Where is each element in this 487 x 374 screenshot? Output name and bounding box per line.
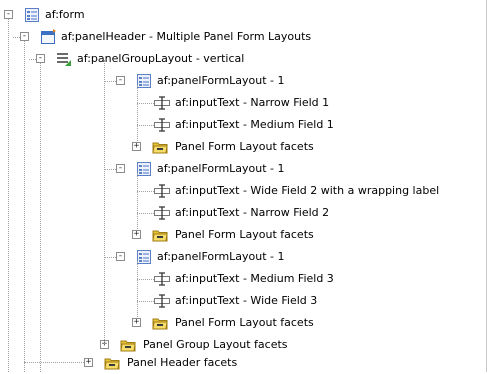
- tree-guide: [137, 125, 154, 126]
- tree-guide: [137, 173, 138, 229]
- input-text-icon: [154, 184, 170, 198]
- tree-node-panel-form-layout[interactable]: - af:panelFormLayout - 1: [0, 70, 487, 92]
- tree-guide: [104, 169, 116, 170]
- tree-node-label: af:panelHeader - Multiple Panel Form Lay…: [61, 30, 312, 43]
- collapse-toggle[interactable]: -: [116, 163, 125, 173]
- collapse-toggle[interactable]: -: [4, 9, 13, 19]
- tree-node-form[interactable]: - af:form: [0, 4, 487, 26]
- input-text-icon: [154, 272, 170, 286]
- tree-node-label: af:inputText - Wide Field 3: [175, 294, 318, 307]
- tree-node-input-text[interactable]: af:inputText - Medium Field 3: [0, 268, 487, 290]
- tree-node-label: af:inputText - Narrow Field 2: [175, 206, 330, 219]
- tree-guide: [13, 37, 20, 38]
- panel-form-layout-icon: [137, 250, 151, 264]
- tree-node-label: af:panelFormLayout - 1: [157, 162, 285, 175]
- tree-node-label: Panel Form Layout facets: [175, 228, 314, 241]
- tree-guide: [104, 60, 105, 344]
- tree-node-label: Panel Form Layout facets: [175, 316, 314, 329]
- tree-guide: [40, 63, 41, 372]
- tree-node-input-text[interactable]: af:inputText - Narrow Field 2: [0, 202, 487, 224]
- tree-node-label: Panel Header facets: [127, 356, 238, 369]
- expand-toggle[interactable]: +: [132, 229, 141, 239]
- tree-node-label: af:panelFormLayout - 1: [157, 74, 285, 87]
- tree-node-facets[interactable]: + Panel Header facets: [0, 352, 487, 374]
- tree-node-facets[interactable]: + Panel Form Layout facets: [0, 224, 487, 246]
- collapse-toggle[interactable]: -: [116, 251, 125, 261]
- tree-node-label: af:panelFormLayout - 1: [157, 250, 285, 263]
- expand-toggle[interactable]: +: [132, 141, 141, 151]
- tree-node-label: Panel Form Layout facets: [175, 140, 314, 153]
- tree-guide: [104, 257, 116, 258]
- tree-guide: [137, 191, 154, 192]
- tree-node-label: af:form: [45, 8, 85, 21]
- panel-form-layout-icon: [137, 74, 151, 88]
- input-text-icon: [154, 96, 170, 110]
- structure-tree: - af:form - af:panelHeader - Multiple Pa…: [0, 0, 487, 372]
- tree-node-panel-form-layout[interactable]: - af:panelFormLayout - 1: [0, 246, 487, 268]
- tree-guide: [24, 362, 84, 363]
- tree-node-facets[interactable]: + Panel Form Layout facets: [0, 312, 487, 334]
- input-text-icon: [154, 206, 170, 220]
- panel-group-layout-icon: [57, 53, 71, 66]
- tree-guide: [137, 279, 154, 280]
- tree-guide: [29, 59, 36, 60]
- tree-node-label: af:inputText - Narrow Field 1: [175, 96, 330, 109]
- tree-guide: [137, 213, 154, 214]
- tree-node-input-text[interactable]: af:inputText - Wide Field 3: [0, 290, 487, 312]
- tree-guide: [8, 19, 9, 372]
- input-text-icon: [154, 294, 170, 308]
- collapse-toggle[interactable]: -: [36, 53, 45, 63]
- collapse-toggle[interactable]: -: [116, 75, 125, 85]
- tree-node-label: af:inputText - Medium Field 3: [175, 272, 334, 285]
- tree-node-panel-form-layout[interactable]: - af:panelFormLayout - 1: [0, 158, 487, 180]
- tree-node-panel-group-layout[interactable]: - af:panelGroupLayout - vertical: [0, 48, 487, 70]
- input-text-icon: [154, 118, 170, 132]
- form-icon: [25, 8, 39, 22]
- expand-toggle[interactable]: +: [84, 357, 93, 367]
- tree-guide: [104, 81, 116, 82]
- tree-node-input-text[interactable]: af:inputText - Wide Field 2 with a wrapp…: [0, 180, 487, 202]
- tree-node-label: af:inputText - Wide Field 2 with a wrapp…: [175, 184, 440, 197]
- panel-form-layout-icon: [137, 162, 151, 176]
- facets-folder-icon: [104, 358, 120, 370]
- tree-guide: [24, 41, 25, 372]
- tree-node-label: af:panelGroupLayout - vertical: [77, 52, 245, 65]
- tree-guide: [137, 103, 154, 104]
- facets-folder-icon: [152, 318, 168, 330]
- expand-toggle[interactable]: +: [132, 317, 141, 327]
- facets-folder-icon: [152, 230, 168, 242]
- collapse-toggle[interactable]: -: [20, 31, 29, 41]
- tree-guide: [137, 85, 138, 141]
- tree-node-input-text[interactable]: af:inputText - Narrow Field 1: [0, 92, 487, 114]
- tree-node-label: af:inputText - Medium Field 1: [175, 118, 334, 131]
- tree-guide: [137, 261, 138, 317]
- tree-node-panel-header[interactable]: - af:panelHeader - Multiple Panel Form L…: [0, 26, 487, 48]
- tree-guide: [137, 301, 154, 302]
- facets-folder-icon: [120, 340, 136, 352]
- tree-node-input-text[interactable]: af:inputText - Medium Field 1: [0, 114, 487, 136]
- tree-node-label: Panel Group Layout facets: [143, 338, 288, 351]
- tree-node-facets[interactable]: + Panel Form Layout facets: [0, 136, 487, 158]
- panel-header-icon: [41, 29, 56, 44]
- facets-folder-icon: [152, 142, 168, 154]
